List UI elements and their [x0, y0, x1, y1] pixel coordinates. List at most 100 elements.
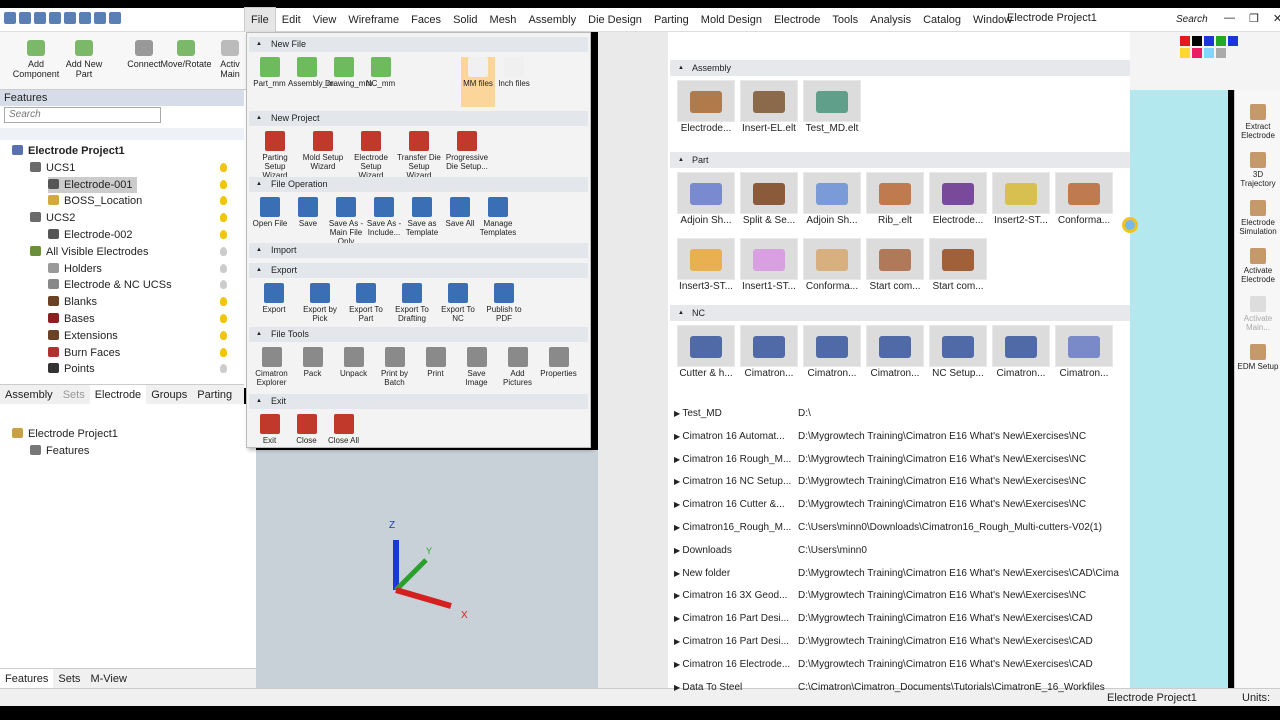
file-item[interactable]: Pack: [292, 347, 333, 378]
right-panel-button[interactable]: Extract Electrode: [1236, 104, 1280, 140]
menu-file[interactable]: File: [244, 7, 276, 33]
menu-catalog[interactable]: Catalog: [917, 8, 967, 32]
activate-main-button[interactable]: Activ Main: [210, 40, 250, 79]
visibility-icon[interactable]: [220, 364, 227, 374]
file-item[interactable]: Export: [251, 283, 297, 314]
file-item[interactable]: Progressive Die Setup...: [443, 131, 491, 171]
right-panel-button[interactable]: Activate Electrode: [1236, 248, 1280, 284]
menu-solid[interactable]: Solid: [447, 8, 483, 32]
visibility-icon[interactable]: [220, 162, 227, 172]
right-panel-button[interactable]: 3D Trajectory: [1236, 152, 1280, 188]
catalog-card[interactable]: Rib_.elt: [865, 172, 925, 230]
visibility-icon[interactable]: [220, 196, 227, 206]
tree-item[interactable]: Electrode-002: [48, 227, 133, 243]
tab-m-view[interactable]: M-View: [85, 669, 131, 688]
file-item[interactable]: Save: [289, 197, 327, 228]
catalog-card[interactable]: Insert-EL.elt: [739, 80, 799, 138]
search-label[interactable]: Search: [1176, 14, 1208, 25]
catalog-card[interactable]: Insert1-ST...: [739, 238, 799, 296]
catalog-card[interactable]: Start com...: [928, 238, 988, 296]
close-button[interactable]: ✕: [1273, 12, 1280, 25]
visibility-icon[interactable]: [220, 230, 227, 239]
file-item[interactable]: Close: [288, 414, 325, 445]
menu-tools[interactable]: Tools: [826, 8, 864, 32]
tree-item[interactable]: Electrode & NC UCSs: [48, 277, 172, 293]
visibility-icon[interactable]: [220, 347, 227, 357]
recent-folder-row[interactable]: Cimatron 16 NC Setup...D:\Mygrowtech Tra…: [674, 475, 1130, 489]
tree-item[interactable]: Extensions: [48, 328, 118, 344]
refresh-icon[interactable]: [94, 12, 106, 24]
restore-button[interactable]: ❐: [1249, 12, 1259, 25]
save-icon[interactable]: [49, 12, 61, 24]
recent-folder-row[interactable]: Cimatron 16 3X Geod...D:\Mygrowtech Trai…: [674, 589, 1130, 603]
catalog-card[interactable]: Cutter & h...: [676, 325, 736, 383]
catalog-card[interactable]: Cimatron...: [865, 325, 925, 383]
file-item[interactable]: Print: [415, 347, 456, 378]
file-item[interactable]: Save As - Include...: [365, 197, 403, 237]
settings-icon[interactable]: [109, 12, 121, 24]
new-icon[interactable]: [19, 12, 31, 24]
file-item[interactable]: Open File: [251, 197, 289, 228]
tree-item[interactable]: Features: [30, 443, 89, 459]
open-icon[interactable]: [34, 12, 46, 24]
recent-folder-row[interactable]: Cimatron 16 Part Desi...D:\Mygrowtech Tr…: [674, 612, 1130, 626]
menu-mold-design[interactable]: Mold Design: [695, 8, 768, 32]
catalog-card[interactable]: Cimatron...: [1054, 325, 1114, 383]
tree-item[interactable]: UCS2: [30, 210, 75, 226]
tree-item[interactable]: All Visible Electrodes: [30, 244, 149, 260]
right-panel-button[interactable]: Activate Main...: [1236, 296, 1280, 332]
recent-folder-row[interactable]: Cimatron 16 Electrode...D:\Mygrowtech Tr…: [674, 658, 1130, 672]
catalog-card[interactable]: Insert2-ST...: [991, 172, 1051, 230]
visibility-icon[interactable]: [220, 297, 227, 307]
file-item[interactable]: Parting Setup Wizard: [251, 131, 299, 180]
tab-groups[interactable]: Groups: [146, 385, 192, 404]
tree-item[interactable]: BOSS_Location: [48, 193, 142, 209]
menu-edit[interactable]: Edit: [276, 8, 307, 32]
catalog-section-nc[interactable]: NC: [670, 305, 1130, 321]
move-rotate-button[interactable]: Move/Rotate: [160, 40, 212, 69]
file-item[interactable]: MM files: [461, 57, 495, 107]
menu-electrode[interactable]: Electrode: [768, 8, 826, 32]
file-item[interactable]: Exit: [251, 414, 288, 445]
section-file-operation[interactable]: File Operation: [249, 177, 588, 192]
tree-item[interactable]: Burn Faces: [48, 345, 120, 361]
right-panel-button[interactable]: Electrode Simulation: [1236, 200, 1280, 236]
file-item[interactable]: Manage Templates: [479, 197, 517, 237]
catalog-card[interactable]: Electrode...: [928, 172, 988, 230]
section-export[interactable]: Export: [249, 263, 588, 278]
file-item[interactable]: Properties: [538, 347, 579, 378]
file-item[interactable]: Publish to PDF: [481, 283, 527, 323]
section-new-file[interactable]: New File: [249, 37, 588, 52]
catalog-section-assembly[interactable]: Assembly: [670, 60, 1130, 76]
recent-folder-row[interactable]: Cimatron 16 Cutter &...D:\Mygrowtech Tra…: [674, 498, 1130, 512]
tab-parting[interactable]: Parting: [192, 385, 237, 404]
catalog-card[interactable]: Conforma...: [1054, 172, 1114, 230]
file-item[interactable]: Inch files: [497, 57, 531, 88]
tree-item[interactable]: Electrode-001: [48, 176, 137, 193]
file-item[interactable]: Export To Drafting: [389, 283, 435, 323]
file-item[interactable]: Mold Setup Wizard: [299, 131, 347, 171]
file-item[interactable]: Transfer Die Setup Wizard: [395, 131, 443, 180]
recent-folder-row[interactable]: DownloadsC:\Users\minn0: [674, 544, 1130, 558]
app-icon[interactable]: [4, 12, 16, 24]
file-item[interactable]: Assembly_m...: [288, 57, 340, 88]
recent-folder-row[interactable]: Data To SteelC:\Cimatron\Cimatron_Docume…: [674, 681, 1130, 695]
file-item[interactable]: Save All: [441, 197, 479, 228]
recent-folder-row[interactable]: Test_MDD:\: [674, 407, 1130, 421]
menu-die-design[interactable]: Die Design: [582, 8, 648, 32]
add-component-button[interactable]: Add Component: [10, 40, 62, 79]
graphics-area-right[interactable]: [1130, 90, 1228, 688]
visibility-icon[interactable]: [220, 213, 227, 223]
menu-analysis[interactable]: Analysis: [864, 8, 917, 32]
visibility-icon[interactable]: [220, 263, 227, 273]
catalog-card[interactable]: Start com...: [865, 238, 925, 296]
tab-assembly[interactable]: Assembly: [0, 385, 58, 404]
visibility-icon[interactable]: [220, 280, 227, 290]
tab-sets-bottom[interactable]: Sets: [53, 669, 85, 688]
recent-folder-row[interactable]: Cimatron 16 Automat...D:\Mygrowtech Trai…: [674, 430, 1130, 444]
file-item[interactable]: Unpack: [333, 347, 374, 378]
catalog-card[interactable]: Adjoin Sh...: [802, 172, 862, 230]
catalog-card[interactable]: Adjoin Sh...: [676, 172, 736, 230]
undo-icon[interactable]: [64, 12, 76, 24]
visibility-icon[interactable]: [220, 179, 227, 189]
